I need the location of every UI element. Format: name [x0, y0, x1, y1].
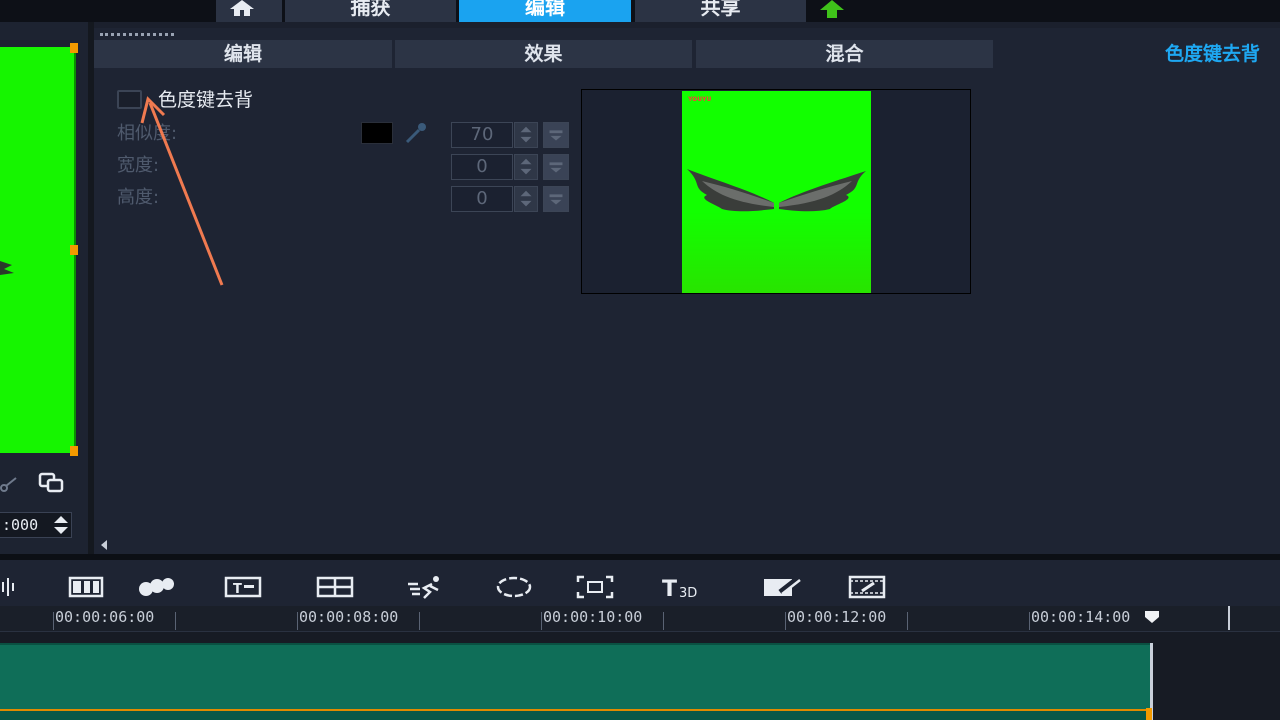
svg-text:3D: 3D — [679, 586, 697, 600]
scissors-icon[interactable] — [0, 474, 18, 494]
3d-title-icon[interactable]: T 3D — [660, 574, 708, 600]
similarity-input[interactable]: 70 — [451, 122, 513, 148]
height-input[interactable]: 0 — [451, 186, 513, 212]
subtab-edit[interactable]: 编辑 — [94, 40, 392, 68]
storyboard-icon[interactable] — [68, 574, 104, 600]
height-dropdown[interactable] — [543, 186, 569, 212]
edit-film-icon[interactable] — [848, 574, 888, 600]
home-button[interactable] — [216, 0, 282, 22]
svg-text:T: T — [233, 582, 242, 597]
motion-icon[interactable] — [406, 574, 446, 600]
track-focus-icon[interactable] — [576, 574, 614, 600]
dropdown-icon — [549, 162, 563, 173]
layout-grid-icon[interactable] — [316, 574, 354, 600]
ruler-tick — [907, 612, 908, 630]
audio-wave-icon[interactable] — [0, 574, 16, 600]
wing-fragment — [0, 261, 14, 275]
similarity-spinner[interactable] — [514, 122, 538, 148]
timecode-stepper-icon[interactable] — [53, 515, 69, 535]
app-window: 捕获 编辑 共享 :000 编辑 效果 混合 色度键去背 色度键去背 相似度: … — [0, 0, 1280, 720]
clip-end-marker — [1146, 708, 1152, 720]
crop-handle-top[interactable] — [70, 43, 78, 53]
svg-text:T: T — [662, 577, 677, 600]
playhead-marker-icon[interactable] — [1145, 611, 1159, 623]
mask-icon[interactable] — [762, 574, 802, 600]
spinner-arrows-icon — [520, 126, 532, 143]
subtab-effect[interactable]: 效果 — [395, 40, 692, 68]
project-end-marker — [1228, 606, 1230, 630]
ruler-tick — [53, 612, 54, 630]
home-icon — [230, 0, 254, 16]
wings-image — [687, 169, 866, 212]
chroma-key-checkbox[interactable] — [117, 90, 142, 109]
ruler-tick — [297, 612, 298, 630]
ruler-tick — [419, 612, 420, 630]
panel-grip[interactable] — [100, 33, 174, 36]
scroll-left-icon[interactable] — [99, 539, 109, 551]
tab-capture[interactable]: 捕获 — [285, 0, 456, 22]
tab-edit[interactable]: 编辑 — [459, 0, 631, 22]
ruler-label: 00:00:12:00 — [787, 608, 887, 626]
chroma-preview-image: YOUYU — [682, 91, 871, 293]
width-input[interactable]: 0 — [451, 154, 513, 180]
ruler-tick — [175, 612, 176, 630]
subtab-chroma-key[interactable]: 色度键去背 — [996, 40, 1280, 68]
ruler-tick — [1029, 612, 1030, 630]
spinner-arrows-icon — [520, 190, 532, 207]
timecode-value: :000 — [2, 516, 39, 534]
path-icon[interactable] — [494, 574, 534, 600]
subtab-blend[interactable]: 混合 — [696, 40, 993, 68]
dropdown-icon — [549, 194, 563, 205]
timeline-toolbar — [0, 560, 1280, 606]
ruler-tick — [541, 612, 542, 630]
dropdown-icon — [549, 130, 563, 141]
title-icon[interactable]: T — [224, 574, 262, 600]
eyedropper-icon[interactable] — [403, 122, 429, 144]
timecode-field[interactable]: :000 — [0, 512, 72, 538]
ruler-tick — [663, 612, 664, 630]
crop-handle-middle[interactable] — [70, 245, 78, 255]
key-color-swatch[interactable] — [361, 122, 393, 144]
similarity-dropdown[interactable] — [543, 122, 569, 148]
width-spinner[interactable] — [514, 154, 538, 180]
chroma-preview-frame: YOUYU — [581, 89, 971, 294]
transition-icon[interactable] — [136, 574, 176, 600]
upload-button[interactable] — [809, 0, 855, 22]
ruler-label: 00:00:14:00 — [1031, 608, 1131, 626]
width-dropdown[interactable] — [543, 154, 569, 180]
annotation-arrow — [140, 96, 224, 286]
video-clip[interactable] — [0, 643, 1152, 709]
ruler-label: 00:00:08:00 — [299, 608, 399, 626]
upload-arrow-icon — [820, 0, 844, 18]
ruler-tick — [785, 612, 786, 630]
ruler-label: 00:00:10:00 — [543, 608, 643, 626]
tab-share[interactable]: 共享 — [635, 0, 806, 22]
video-preview[interactable] — [0, 47, 76, 453]
height-spinner[interactable] — [514, 186, 538, 212]
spinner-arrows-icon — [520, 158, 532, 175]
resize-icon[interactable] — [38, 472, 66, 494]
ruler-label: 00:00:06:00 — [55, 608, 155, 626]
video-clip-footer — [0, 709, 1152, 720]
crop-handle-bottom[interactable] — [70, 446, 78, 456]
